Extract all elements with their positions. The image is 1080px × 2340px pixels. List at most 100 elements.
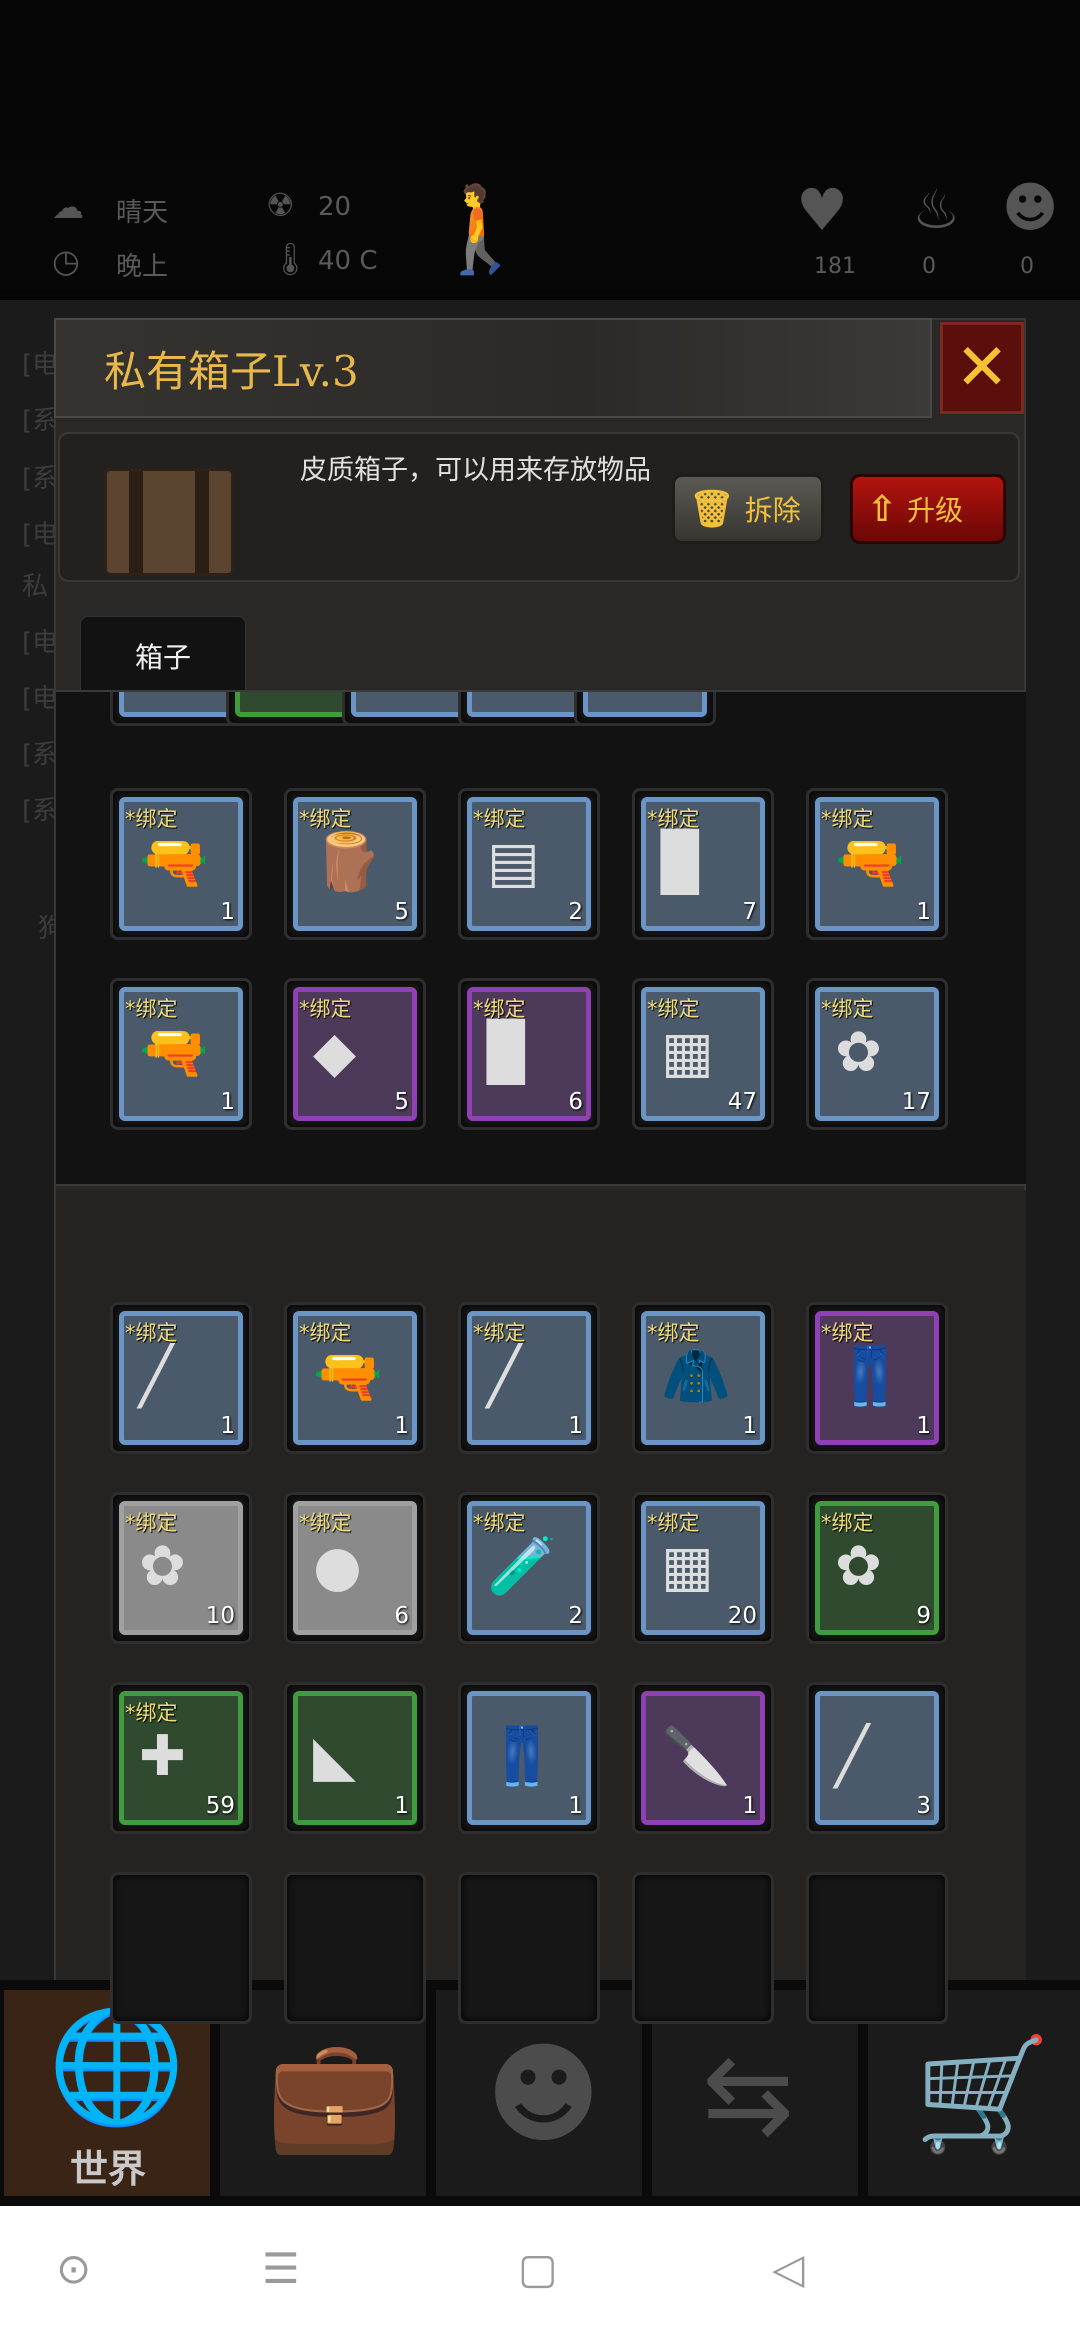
close-button[interactable]: ✕ <box>940 322 1024 414</box>
ammo-box-icon: ▦ <box>661 1534 714 1599</box>
head-gears-icon: ☻ <box>486 2030 601 2158</box>
jeans-icon: 👖 <box>487 1724 557 1789</box>
gold-nugget-icon: ◆ <box>313 1020 357 1085</box>
item-slot[interactable]: ▦ *绑定 47 <box>632 978 774 1130</box>
time-of-day-text: 晚上 <box>116 252 169 282</box>
bound-tag: *绑定 <box>125 807 178 831</box>
item-count: 20 <box>727 1603 757 1629</box>
bound-tag: *绑定 <box>473 807 526 831</box>
stat-2-value: 0 <box>922 254 936 279</box>
item-slot[interactable]: ▦ *绑定 20 <box>632 1492 774 1644</box>
yellow-pants-icon: 👖 <box>835 1344 905 1409</box>
item-slot[interactable]: ╱ *绑定 1 <box>458 1302 600 1454</box>
home-icon[interactable]: ▢ <box>518 2244 558 2293</box>
menu-icon[interactable]: ☰ <box>262 2244 300 2293</box>
bound-tag: *绑定 <box>299 1321 352 1345</box>
item-slot[interactable]: ▉ *绑定 7 <box>632 788 774 940</box>
upgrade-arrow-icon: ⇧ <box>867 488 898 530</box>
wood-block-icon: ▉ <box>661 830 705 895</box>
item-count: 1 <box>916 1413 931 1439</box>
body-status-icon[interactable]: 🚶 <box>428 180 533 279</box>
metal-plates-icon: ▤ <box>487 830 540 895</box>
bandage-icon: ✚ <box>139 1724 186 1789</box>
trade-icon: ⇆ <box>702 2030 795 2158</box>
upgrade-button[interactable]: ⇧ 升级 <box>850 474 1006 544</box>
sun-cloud-icon: ☁ <box>52 188 84 226</box>
item-slot[interactable]: ✿ *绑定 9 <box>806 1492 948 1644</box>
item-slot[interactable]: 👖 *绑定 1 <box>806 1302 948 1454</box>
item-slot[interactable]: 🪵 *绑定 5 <box>284 788 426 940</box>
empty-item-slot[interactable] <box>458 1872 600 2024</box>
pistol-icon: 🔫 <box>139 1020 209 1085</box>
bound-tag: *绑定 <box>125 1701 178 1725</box>
bound-tag: *绑定 <box>299 1511 352 1535</box>
item-count: 10 <box>205 1603 235 1629</box>
bound-tag: *绑定 <box>647 807 700 831</box>
item-slot[interactable]: 🧥 *绑定 1 <box>632 1302 774 1454</box>
item-slot[interactable]: ✿ *绑定 17 <box>806 978 948 1130</box>
clock-icon: ◷ <box>52 242 80 280</box>
item-count: 2 <box>568 1603 583 1629</box>
item-slot[interactable]: ✚ *绑定 59 <box>110 1682 252 1834</box>
nav-world-label: 世界 <box>69 2147 146 2191</box>
dismantle-button[interactable]: 🗑 拆除 <box>672 474 824 544</box>
item-slot[interactable]: 👖 1 <box>458 1682 600 1834</box>
item-count: 7 <box>742 899 757 925</box>
bound-tag: *绑定 <box>125 1511 178 1535</box>
item-count: 1 <box>394 1413 409 1439</box>
empty-item-slot[interactable] <box>110 1872 252 2024</box>
rifle-icon: ╱ <box>487 1344 521 1409</box>
item-slot[interactable]: ▉ *绑定 6 <box>458 978 600 1130</box>
item-slot[interactable]: ▤ *绑定 2 <box>458 788 600 940</box>
submachine-gun-icon: 🔫 <box>313 1344 383 1409</box>
item-count: 1 <box>742 1793 757 1819</box>
item-slot[interactable]: 🧪 *绑定 2 <box>458 1492 600 1644</box>
item-slot-partial[interactable] <box>574 692 716 726</box>
firewood-icon: 🪵 <box>313 830 383 895</box>
empty-item-slot[interactable] <box>284 1872 426 2024</box>
item-slot[interactable]: ╱ 3 <box>806 1682 948 1834</box>
item-slot[interactable]: 🔫 *绑定 1 <box>110 978 252 1130</box>
item-count: 1 <box>220 1089 235 1115</box>
herb-leaf-icon: ✿ <box>835 1020 882 1085</box>
assistant-icon[interactable]: ⊙ <box>56 2244 91 2293</box>
item-count: 1 <box>568 1413 583 1439</box>
back-icon[interactable]: ◁ <box>772 2244 804 2293</box>
item-count: 1 <box>916 899 931 925</box>
dung-icon: ● <box>313 1534 362 1599</box>
log-line: [电 <box>22 520 59 550</box>
item-slot[interactable]: ╱ *绑定 1 <box>110 1302 252 1454</box>
bound-tag: *绑定 <box>647 1511 700 1535</box>
trash-icon: 🗑 <box>689 489 735 530</box>
temperature-value: 40 C <box>318 246 378 276</box>
item-count: 2 <box>568 899 583 925</box>
item-slot[interactable]: ● *绑定 6 <box>284 1492 426 1644</box>
item-slot[interactable]: ✿ *绑定 10 <box>110 1492 252 1644</box>
weather-text: 晴天 <box>116 198 169 228</box>
bound-tag: *绑定 <box>299 997 352 1021</box>
leather-chest-icon <box>104 468 234 576</box>
cloth-scrap-icon: ◣ <box>313 1724 357 1789</box>
item-slot[interactable]: 🔫 *绑定 1 <box>110 788 252 940</box>
leather-coat-icon: 🧥 <box>661 1344 731 1409</box>
item-slot[interactable]: 🔫 *绑定 1 <box>806 788 948 940</box>
log-line: [系 <box>22 740 59 770</box>
empty-item-slot[interactable] <box>806 1872 948 2024</box>
item-slot[interactable]: ◣ 1 <box>284 1682 426 1834</box>
item-slot[interactable]: 🔫 *绑定 1 <box>284 1302 426 1454</box>
stat-3-value: 0 <box>1020 254 1034 279</box>
upgrade-label: 升级 <box>907 494 964 527</box>
item-count: 3 <box>916 1793 931 1819</box>
bound-tag: *绑定 <box>647 1321 700 1345</box>
empty-item-slot[interactable] <box>632 1872 774 2024</box>
item-count: 5 <box>394 1089 409 1115</box>
bound-tag: *绑定 <box>473 997 526 1021</box>
item-count: 47 <box>727 1089 757 1115</box>
steel-rod-icon: ╱ <box>139 1344 173 1409</box>
item-slot[interactable]: ◆ *绑定 5 <box>284 978 426 1130</box>
item-count: 1 <box>568 1793 583 1819</box>
bound-tag: *绑定 <box>473 1511 526 1535</box>
machete-icon: 🔪 <box>661 1724 731 1789</box>
item-slot[interactable]: 🔪 1 <box>632 1682 774 1834</box>
box-description: 皮质箱子，可以用来存放物品 <box>300 455 651 486</box>
